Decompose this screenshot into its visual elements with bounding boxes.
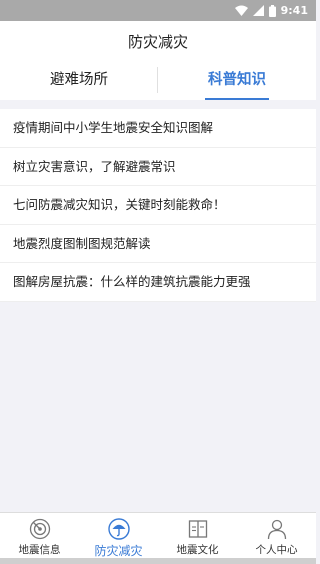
tab-science-knowledge[interactable]: 科普知识 [158, 63, 316, 100]
nav-label: 防灾减灾 [94, 544, 143, 558]
person-icon [267, 519, 286, 540]
book-icon [188, 520, 207, 538]
radar-icon [29, 518, 50, 540]
nav-earthquake-culture[interactable]: 地震文化 [158, 513, 237, 559]
tab-label: 科普知识 [208, 72, 266, 88]
signal-icon [252, 5, 264, 16]
list-item[interactable]: 树立灾害意识，了解避震常识 [0, 148, 316, 187]
system-nav-strip [0, 558, 316, 564]
article-list: 疫情期间中小学生地震安全知识图解 树立灾害意识，了解避震常识 七问防震减灾知识，… [0, 109, 316, 302]
nav-disaster-prevention[interactable]: 防灾减灾 [79, 513, 158, 559]
list-item[interactable]: 地震烈度图制图规范解读 [0, 225, 316, 264]
list-item[interactable]: 图解房屋抗震：什么样的建筑抗震能力更强 [0, 263, 316, 302]
list-item[interactable]: 七问防震减灾知识，关键时刻能救命！ [0, 186, 316, 225]
tab-shelters[interactable]: 避难场所 [0, 63, 158, 100]
status-time: 9:41 [280, 4, 308, 17]
status-bar: 9:41 [0, 0, 316, 21]
active-tab-underline [205, 98, 269, 100]
status-icons: 9:41 [234, 3, 308, 18]
nav-label: 个人中心 [255, 544, 298, 556]
wifi-icon [234, 5, 248, 16]
nav-label: 地震文化 [176, 544, 219, 556]
nav-personal-center[interactable]: 个人中心 [237, 513, 316, 559]
battery-icon [268, 4, 276, 17]
page-title: 防灾减灾 [0, 21, 316, 63]
nav-label: 地震信息 [18, 544, 61, 556]
bottom-nav: 地震信息 防灾减灾 地震文化 个人中心 [0, 512, 316, 559]
tab-divider [157, 67, 158, 93]
tab-label: 避难场所 [50, 72, 108, 88]
tab-bar: 避难场所 科普知识 [0, 63, 316, 100]
nav-earthquake-info[interactable]: 地震信息 [0, 513, 79, 559]
umbrella-icon [107, 518, 130, 540]
list-item[interactable]: 疫情期间中小学生地震安全知识图解 [0, 109, 316, 148]
